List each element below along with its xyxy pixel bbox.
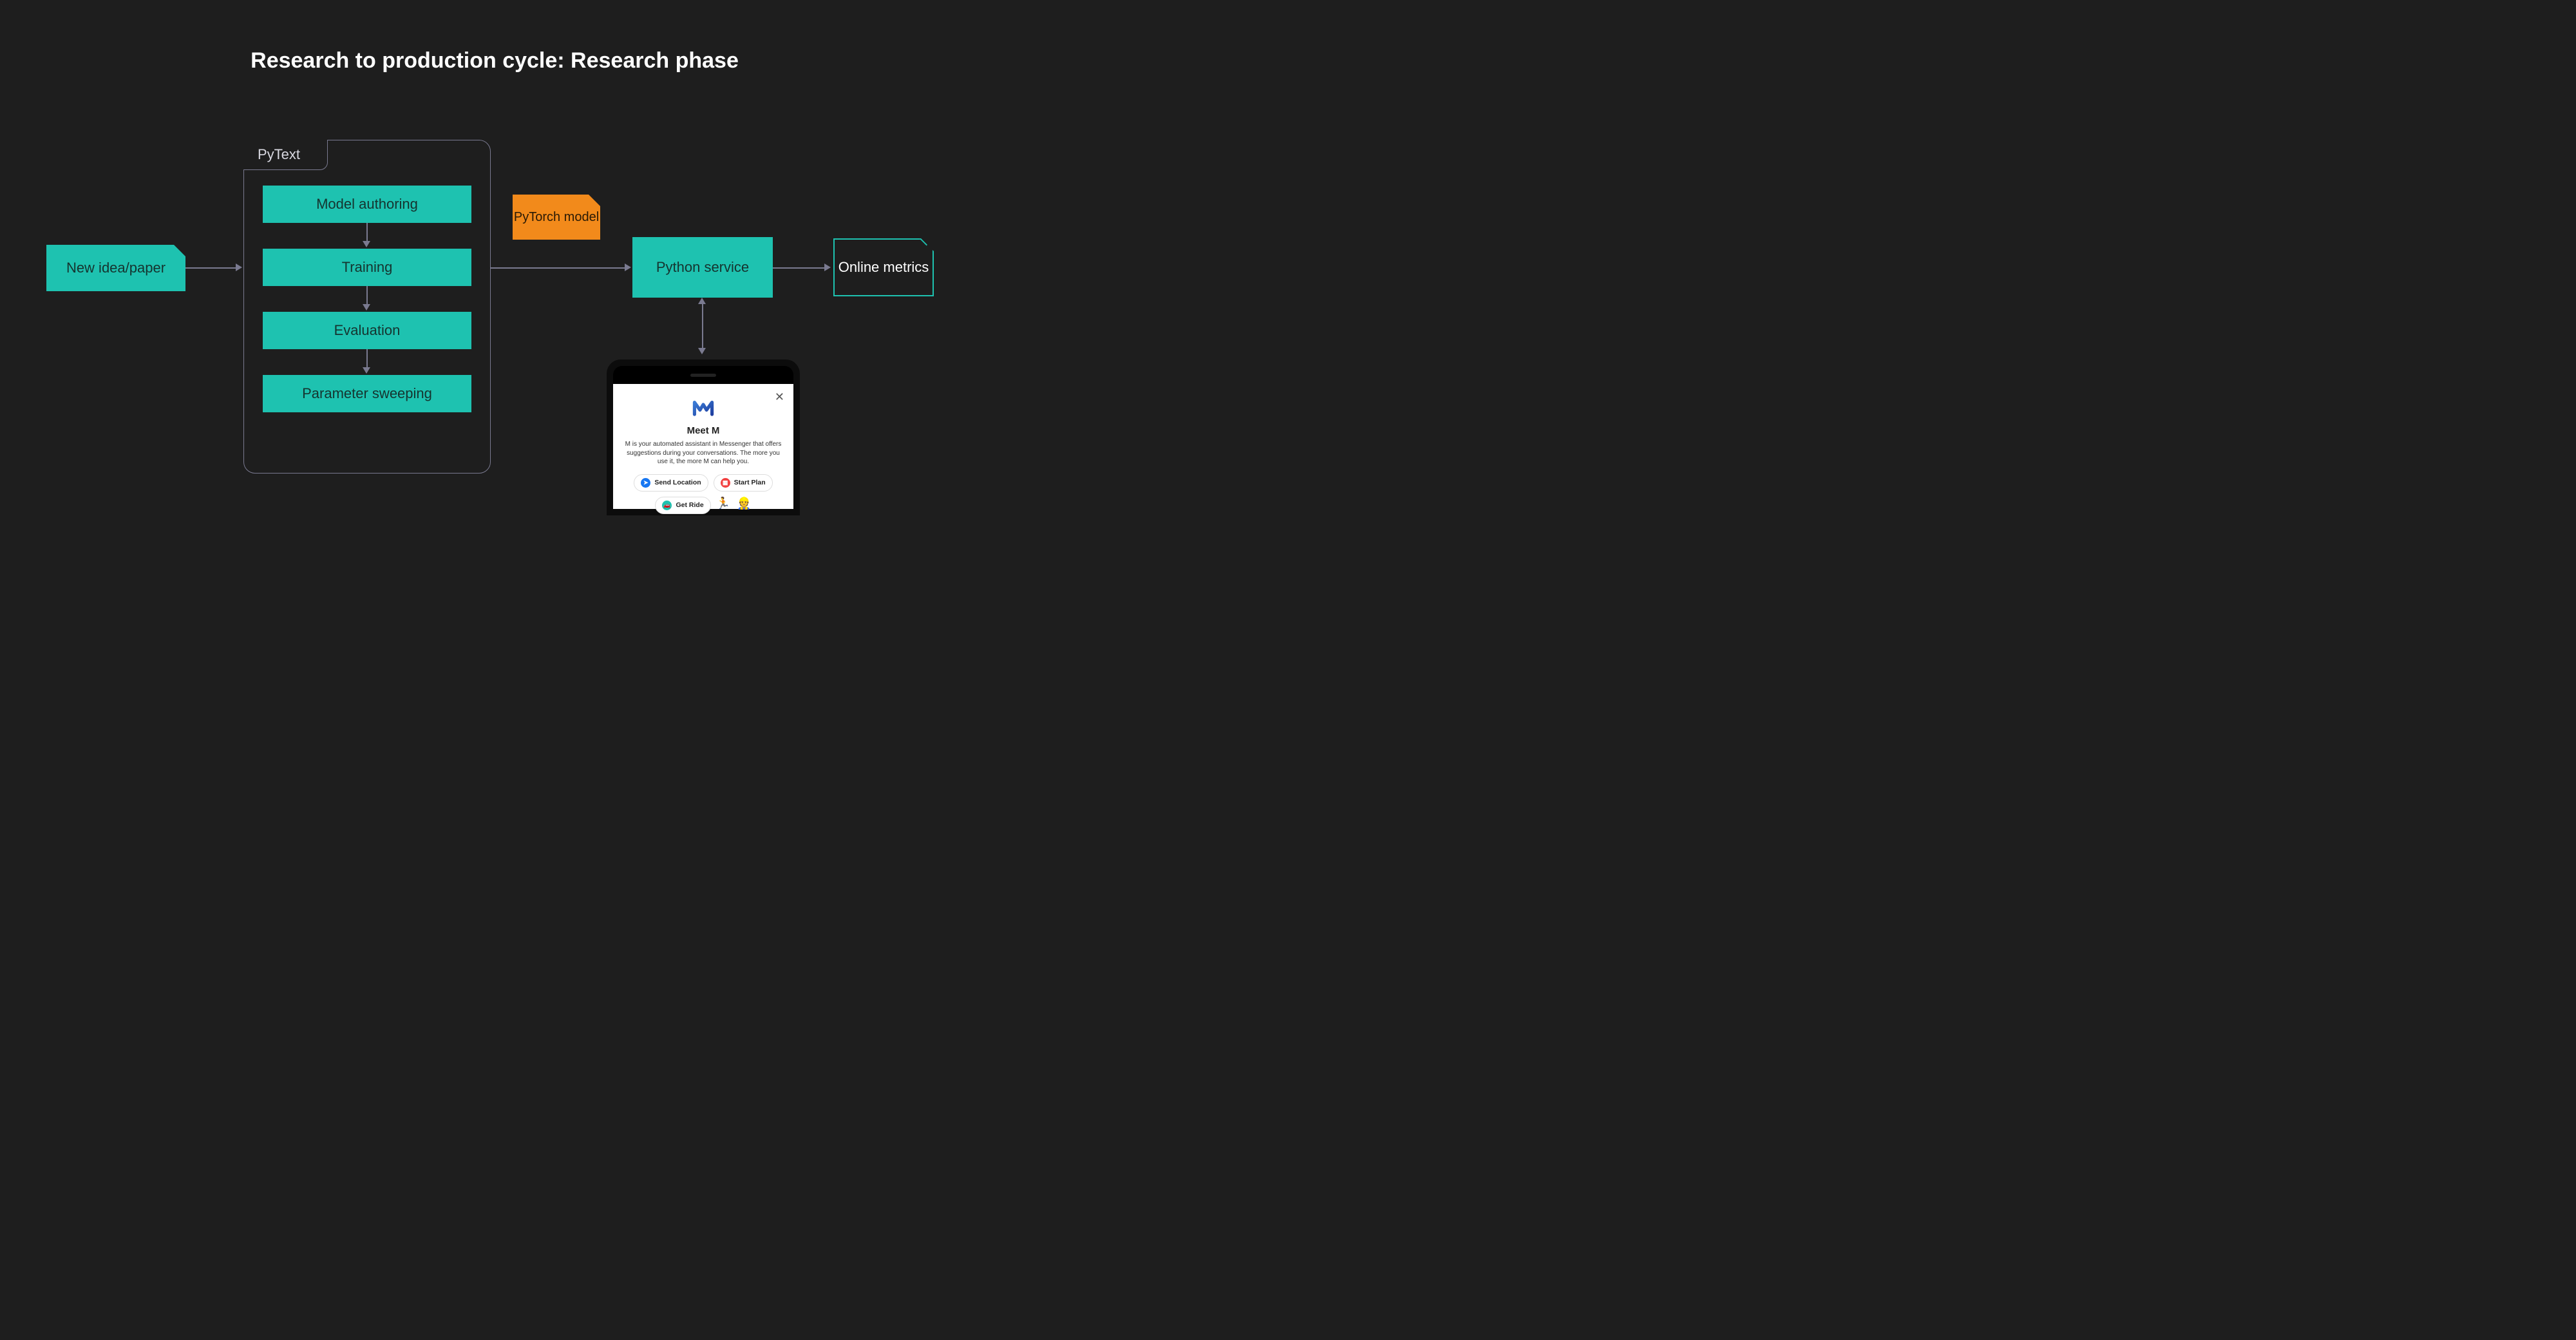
arrow-head-icon [363, 304, 370, 311]
phone-emoji-row: 🏃 👷 [716, 497, 752, 514]
node-pytorch-model: PyTorch model [513, 195, 600, 240]
diagram-title: Research to production cycle: Research p… [0, 48, 989, 73]
node-model-authoring: Model authoring [263, 186, 471, 223]
phone-speaker-icon [690, 374, 716, 377]
node-label: Evaluation [334, 321, 401, 340]
phone-frame: ✕ Meet M M is your automated assistant i… [613, 366, 793, 509]
arrow-head-icon [625, 263, 631, 271]
node-training: Training [263, 249, 471, 286]
phone-mockup: ✕ Meet M M is your automated assistant i… [607, 359, 800, 515]
phone-title: Meet M [687, 425, 720, 436]
m-logo-icon [692, 397, 714, 419]
phone-pill-row: ➤ Send Location ▦ Start Plan [634, 474, 772, 492]
arrow [185, 267, 237, 269]
arrow-head-icon [363, 241, 370, 247]
node-python-service: Python service [632, 237, 773, 298]
phone-screen: ✕ Meet M M is your automated assistant i… [613, 384, 793, 509]
arrow-head-icon [824, 263, 831, 271]
arrow [366, 349, 368, 368]
node-label: New idea/paper [66, 259, 166, 277]
pill-label: Get Ride [676, 501, 703, 509]
arrow-head-icon [698, 348, 706, 354]
arrow-head-icon [236, 263, 242, 271]
node-new-idea: New idea/paper [46, 245, 185, 291]
close-icon[interactable]: ✕ [775, 390, 784, 404]
arrow [702, 303, 703, 349]
node-label: Parameter sweeping [302, 385, 432, 403]
node-parameter-sweeping: Parameter sweeping [263, 375, 471, 412]
arrow [366, 223, 368, 242]
arrow [773, 267, 826, 269]
phone-description: M is your automated assistant in Messeng… [622, 440, 784, 466]
calendar-icon: ▦ [721, 478, 730, 488]
sticker-icon: 🏃 [716, 497, 730, 514]
node-online-metrics: Online metrics [833, 238, 934, 296]
node-label: Training [342, 258, 393, 276]
car-icon: 🚗 [662, 501, 672, 510]
arrow [491, 267, 626, 269]
node-label: PyTorch model [514, 209, 599, 225]
pill-start-plan[interactable]: ▦ Start Plan [714, 474, 773, 492]
pill-label: Start Plan [734, 479, 766, 486]
arrow-head-icon [698, 298, 706, 304]
node-label: Model authoring [316, 195, 418, 213]
pill-get-ride[interactable]: 🚗 Get Ride [655, 497, 710, 514]
arrow [366, 286, 368, 305]
node-label: Online metrics [838, 258, 929, 276]
pytext-tab-label: PyText [243, 140, 328, 170]
pill-label: Send Location [654, 479, 701, 486]
arrow-head-icon [363, 367, 370, 374]
node-label: Python service [656, 258, 749, 276]
node-evaluation: Evaluation [263, 312, 471, 349]
phone-pill-row: 🚗 Get Ride 🏃 👷 [655, 497, 751, 514]
location-icon: ➤ [641, 478, 650, 488]
sticker-icon: 👷 [737, 497, 751, 514]
pill-send-location[interactable]: ➤ Send Location [634, 474, 708, 492]
